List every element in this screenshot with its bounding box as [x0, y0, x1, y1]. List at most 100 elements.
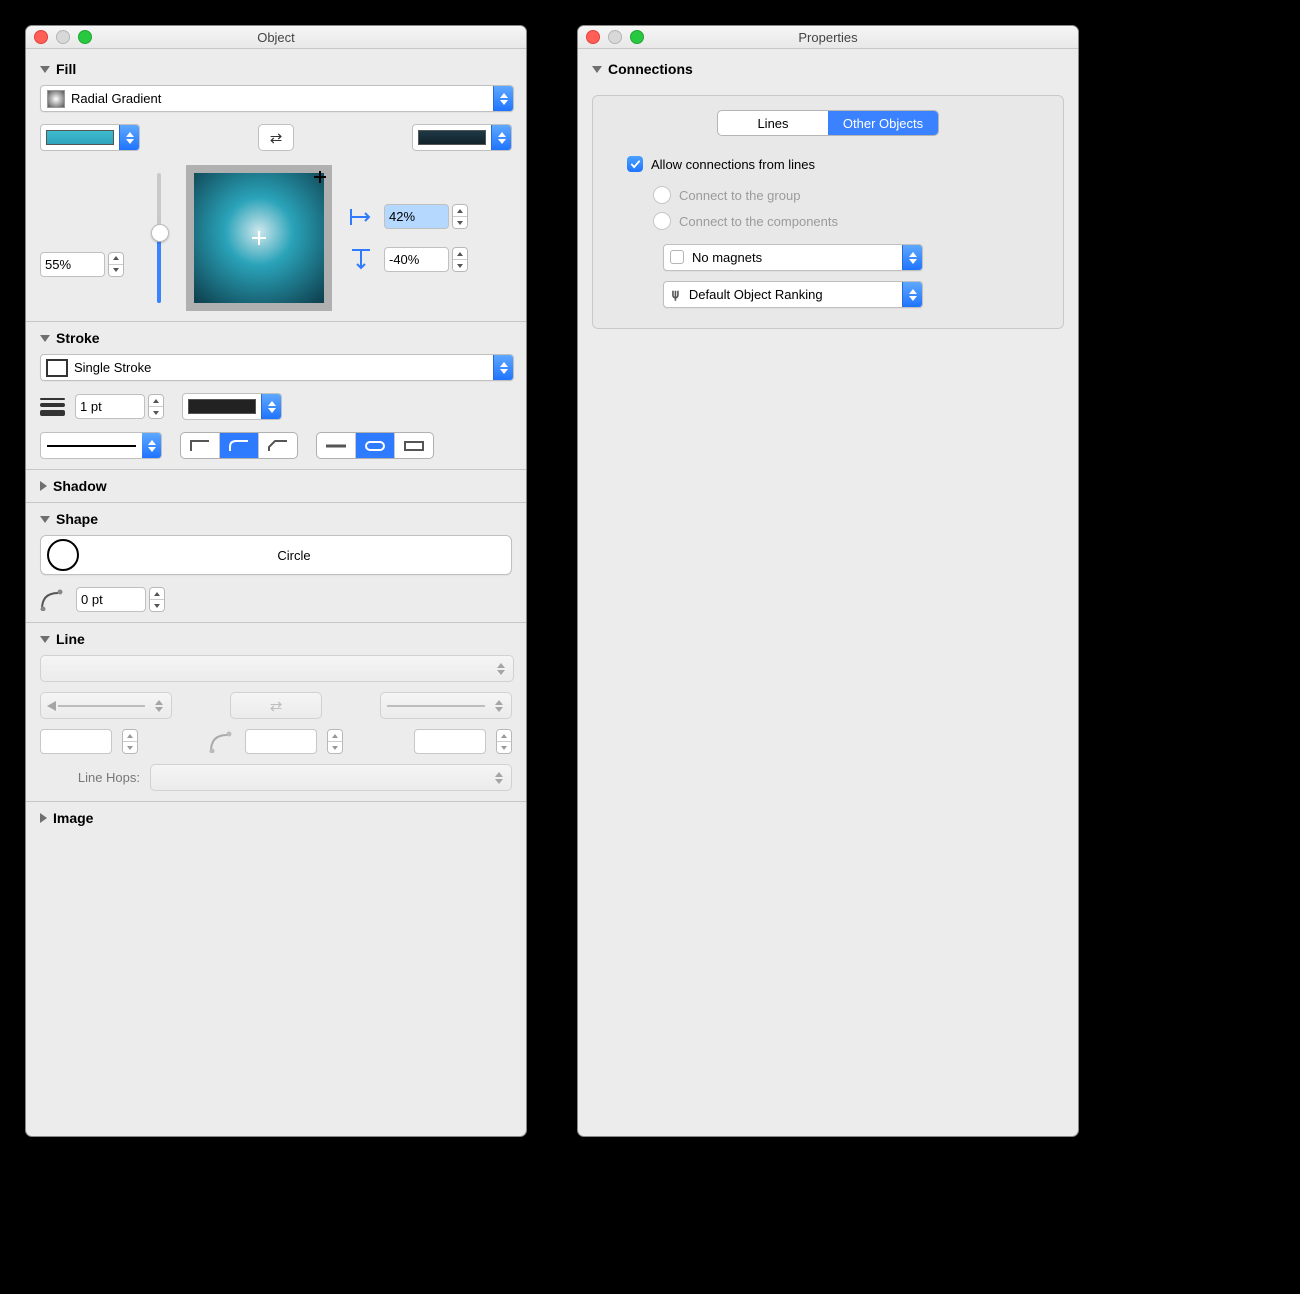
object-window-title: Object: [26, 30, 526, 45]
image-section-header[interactable]: Image: [26, 802, 526, 842]
object-titlebar[interactable]: Object: [26, 26, 526, 49]
disclosure-triangle-icon: [592, 66, 602, 73]
circle-icon: [47, 539, 79, 571]
allow-connections-checkbox[interactable]: [627, 156, 643, 172]
shape-chooser-popup[interactable]: Circle: [40, 535, 512, 575]
magnets-label: No magnets: [664, 250, 902, 265]
disclosure-triangle-icon: [40, 516, 50, 523]
line-start-field[interactable]: [40, 729, 112, 754]
stepper-arrows-icon: [493, 663, 509, 675]
line-end-field[interactable]: [414, 729, 486, 754]
connect-components-radio: [653, 212, 671, 230]
stepper-arrows-icon: [151, 700, 167, 712]
vertical-position-icon: [348, 248, 374, 272]
gradient-x-stepper[interactable]: [384, 204, 468, 229]
connect-components-label: Connect to the components: [679, 214, 838, 229]
gradient-preview[interactable]: [186, 165, 332, 311]
shape-section-title: Shape: [56, 511, 98, 527]
gradient-blend-input[interactable]: [40, 252, 105, 277]
tab-other-objects[interactable]: Other Objects: [828, 111, 938, 135]
magnets-popup[interactable]: No magnets: [663, 244, 923, 271]
corner-style-segmented[interactable]: [180, 432, 298, 459]
line-start-arrow-popup[interactable]: [40, 692, 172, 719]
corner-radius-input[interactable]: [76, 587, 146, 612]
gradient-y-stepper[interactable]: [384, 247, 468, 272]
shadow-section-title: Shadow: [53, 478, 107, 494]
stepper-arrows-icon: [142, 433, 161, 458]
swap-colors-button[interactable]: ⇄: [258, 124, 294, 151]
stroke-type-popup[interactable]: Single Stroke: [40, 354, 514, 381]
checkmark-icon: [630, 159, 641, 170]
stepper-arrows-icon[interactable]: [122, 729, 138, 754]
corner-square-option[interactable]: [181, 433, 219, 458]
connect-group-row: Connect to the group: [607, 182, 1049, 208]
stroke-width-icon: [40, 398, 65, 416]
stepper-arrows-icon[interactable]: [108, 252, 124, 277]
line-mid-field[interactable]: [245, 729, 317, 754]
fill-section-header[interactable]: Fill: [26, 53, 526, 85]
stroke-color-button[interactable]: [182, 393, 282, 420]
connections-tab-switch[interactable]: Lines Other Objects: [717, 110, 939, 136]
disclosure-triangle-icon: [40, 481, 47, 491]
gradient-blend-stepper[interactable]: [40, 252, 132, 277]
properties-window-title: Properties: [578, 30, 1078, 45]
gradient-blend-slider[interactable]: [150, 173, 168, 303]
properties-titlebar[interactable]: Properties: [578, 26, 1078, 49]
shape-section-header[interactable]: Shape: [26, 503, 526, 535]
connections-section-title: Connections: [608, 61, 693, 77]
corner-radius-stepper[interactable]: [76, 587, 165, 612]
line-end-arrow-popup[interactable]: [380, 692, 512, 719]
stepper-arrows-icon: [493, 86, 513, 111]
gradient-x-input[interactable]: [384, 204, 449, 229]
line-swap-button[interactable]: ⇄: [230, 692, 322, 719]
gradient-start-color-button[interactable]: [40, 124, 140, 151]
stroke-width-stepper[interactable]: [75, 394, 164, 419]
stepper-arrows-icon: [902, 245, 922, 270]
gradient-end-color-button[interactable]: [412, 124, 512, 151]
arrow-left-icon: [47, 701, 56, 711]
line-type-popup[interactable]: [40, 655, 514, 682]
corner-radius-icon: [40, 589, 66, 611]
gradient-y-input[interactable]: [384, 247, 449, 272]
stepper-arrows-icon[interactable]: [496, 729, 512, 754]
image-section-title: Image: [53, 810, 93, 826]
connections-card: Lines Other Objects Allow connections fr…: [592, 95, 1064, 329]
corner-plus-icon: [314, 171, 326, 183]
object-window: Object Fill Radial Gradient ⇄: [25, 25, 527, 1137]
stroke-dash-popup[interactable]: [40, 432, 162, 459]
allow-connections-row[interactable]: Allow connections from lines: [607, 152, 1049, 182]
ranking-label: Default Object Ranking: [664, 287, 902, 303]
corner-round-option[interactable]: [219, 433, 258, 458]
cap-butt-option[interactable]: [317, 433, 355, 458]
tab-lines[interactable]: Lines: [718, 111, 828, 135]
connections-section-header[interactable]: Connections: [578, 53, 1078, 85]
stroke-section-header[interactable]: Stroke: [26, 322, 526, 354]
stepper-arrows-icon[interactable]: [452, 204, 468, 229]
shadow-section-header[interactable]: Shadow: [26, 470, 526, 502]
stepper-arrows-icon[interactable]: [327, 729, 343, 754]
disclosure-triangle-icon: [40, 636, 50, 643]
stepper-arrows-icon: [261, 394, 281, 419]
disclosure-triangle-icon: [40, 66, 50, 73]
stepper-arrows-icon[interactable]: [149, 587, 165, 612]
stroke-width-input[interactable]: [75, 394, 145, 419]
fill-type-popup[interactable]: Radial Gradient: [40, 85, 514, 112]
cap-round-option[interactable]: [355, 433, 394, 458]
ranking-popup[interactable]: Default Object Ranking: [663, 281, 923, 308]
stepper-arrows-icon: [491, 125, 511, 150]
line-section-header[interactable]: Line: [26, 623, 526, 655]
fill-type-label: Radial Gradient: [65, 91, 493, 106]
stepper-arrows-icon[interactable]: [452, 247, 468, 272]
stepper-arrows-icon: [119, 125, 139, 150]
cap-square-option[interactable]: [394, 433, 433, 458]
stepper-arrows-icon[interactable]: [148, 394, 164, 419]
stepper-arrows-icon: [493, 355, 513, 380]
stepper-arrows-icon: [902, 282, 922, 307]
properties-window: Properties Connections Lines Other Objec…: [577, 25, 1079, 1137]
corner-bevel-option[interactable]: [258, 433, 297, 458]
connect-group-radio: [653, 186, 671, 204]
disclosure-triangle-icon: [40, 813, 47, 823]
horizontal-position-icon: [348, 207, 374, 227]
line-hops-popup[interactable]: [150, 764, 512, 791]
cap-style-segmented[interactable]: [316, 432, 434, 459]
